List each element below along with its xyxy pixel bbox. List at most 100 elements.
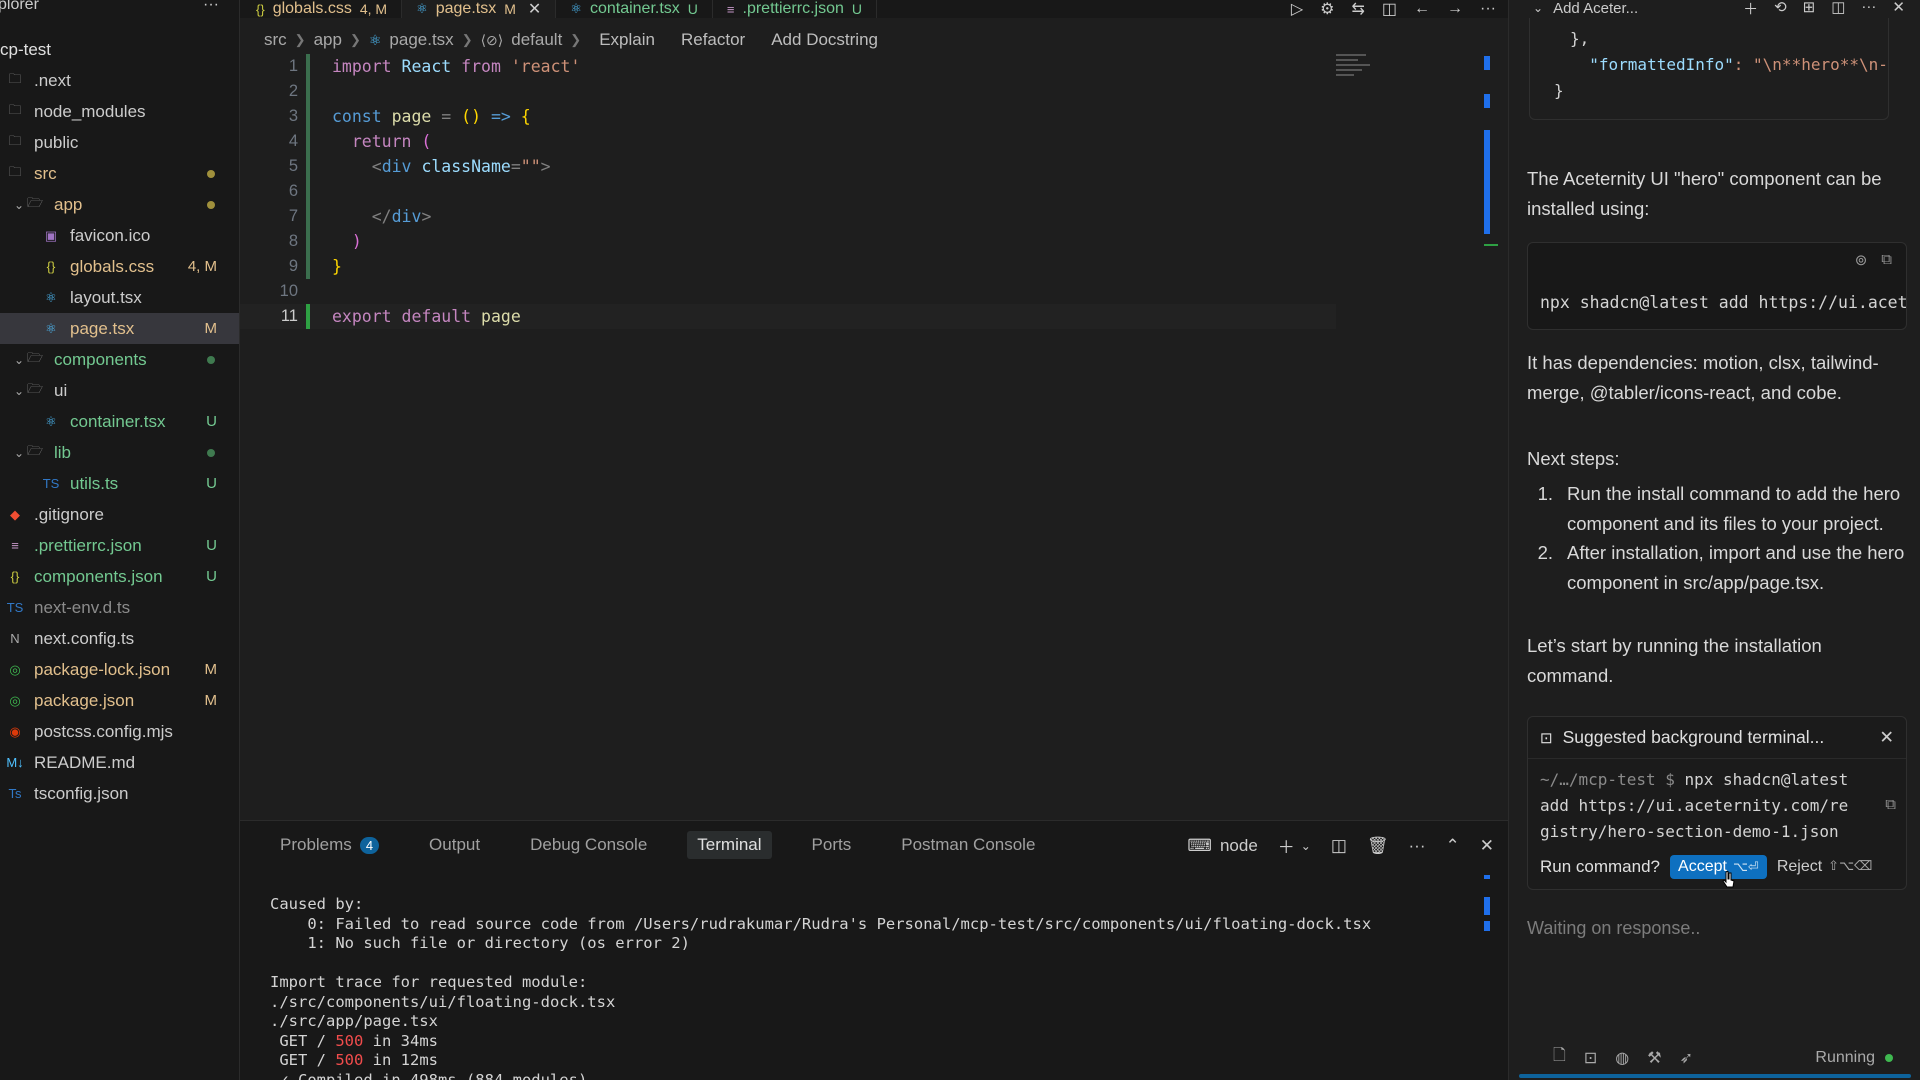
new-chat-icon[interactable]: ＋ [1743,0,1758,19]
add-docstring-action[interactable]: Add Docstring [771,30,878,50]
ts-icon: TS [6,600,24,615]
tree-item[interactable]: ◎ package-lock.json M [0,654,239,685]
editor-tab[interactable]: ≡ .prettierrc.json U [713,0,877,18]
tree-item-label: .gitignore [34,504,104,524]
terminal-icon[interactable]: ⊡ [1584,1048,1597,1068]
tree-item[interactable]: {} globals.css 4, M [0,251,239,282]
breadcrumb: src ❯ app ❯ ⚛ page.tsx ❯ ⟨⊘⟩ default ❯ E… [264,28,878,52]
close-icon[interactable]: ✕ [1892,0,1905,19]
workspace-root[interactable]: cp-test [0,34,239,65]
tool-icon[interactable]: ⚒ [1647,1048,1661,1068]
editor-tab[interactable]: ⚛ page.tsx M ✕ [402,0,557,18]
breadcrumb-symbol[interactable]: default [511,30,562,50]
terminal-output[interactable]: Caused by: 0: Failed to read source code… [270,895,1478,1080]
tree-item[interactable]: ⌄ 🗁 components [0,344,239,375]
copy-icon[interactable]: ⧉ [1881,251,1892,269]
tab-problems[interactable]: Problems 4 [270,831,389,859]
rocket-icon[interactable]: ➶ [1680,1048,1693,1068]
layout-icon[interactable]: ⊞ [1803,0,1816,19]
trash-icon[interactable]: 🗑 [1367,836,1389,856]
chat-title[interactable]: Add Aceter... [1553,0,1638,17]
close-icon[interactable]: ✕ [1879,727,1894,748]
close-panel-icon[interactable]: ✕ [1480,836,1494,856]
settings-gear-icon[interactable]: ⚙ [1320,0,1334,19]
tree-item[interactable]: 🗀 public [0,127,239,158]
tree-item[interactable]: ⌄ 🗁 lib [0,437,239,468]
file-icon[interactable]: 🗋 [1553,1044,1566,1071]
tree-item[interactable]: ⌄ 🗁 ui [0,375,239,406]
gutter [306,279,310,304]
tree-item[interactable]: ≡ .prettierrc.json U [0,530,239,561]
breadcrumb-app[interactable]: app [314,30,342,50]
close-tab-icon[interactable]: ✕ [528,0,541,18]
tree-item[interactable]: Nnext.config.ts [0,623,239,654]
chevron-down-icon[interactable]: ⌄ [14,446,26,460]
tab-output[interactable]: Output [419,831,490,859]
more-icon[interactable]: ··· [1861,0,1876,19]
more-icon[interactable]: ··· [1409,836,1426,856]
change-marker [306,54,310,79]
terminal-scrollbar[interactable] [1484,875,1490,935]
tree-item[interactable]: {} components.json U [0,561,239,592]
minimap[interactable] [1336,54,1372,86]
breadcrumb-src[interactable]: src [264,30,287,50]
npm-icon: ◎ [9,661,21,677]
tree-item[interactable]: 🗀 src [0,158,239,189]
tree-item[interactable]: 🗀 node_modules [0,96,239,127]
insert-icon[interactable]: ⊚ [1855,251,1868,269]
list-item: 2. After installation, import and use the… [1527,538,1907,597]
chevron-down-icon[interactable]: ⌄ [14,198,26,212]
tree-item[interactable]: M↓ README.md [0,747,239,778]
more-icon[interactable]: ··· [1480,0,1496,18]
tab-debug-console[interactable]: Debug Console [520,831,657,859]
split-editor-icon[interactable]: ◫ [1382,0,1397,19]
tree-item[interactable]: ⚛ container.tsx U [0,406,239,437]
maximize-panel-icon[interactable]: ⌃ [1446,836,1460,856]
tree-item[interactable]: ⚛ layout.tsx [0,282,239,313]
chevron-down-icon[interactable]: ⌄ [1533,1,1543,15]
split-terminal-icon[interactable]: ◫ [1331,836,1347,856]
refactor-action[interactable]: Refactor [681,30,745,50]
history-icon[interactable]: ⟲ [1774,0,1787,19]
chevron-down-icon[interactable]: ⌄ [14,353,26,367]
more-actions-icon[interactable]: ··· [203,0,219,14]
tab-ports[interactable]: Ports [802,831,862,859]
tree-item[interactable]: ◆ .gitignore [0,499,239,530]
breadcrumb-file[interactable]: page.tsx [389,30,453,50]
editor-tab[interactable]: {} globals.css 4, M [240,0,403,18]
explain-action[interactable]: Explain [599,30,655,50]
go-back-icon[interactable]: ← [1414,0,1430,18]
tab-terminal[interactable]: Terminal [687,831,772,859]
tree-item[interactable]: ◎ package.json M [0,685,239,716]
reject-button[interactable]: Reject ⇧⌥⌫ [1777,858,1873,876]
git-status-badge: U [206,475,217,492]
copy-icon[interactable]: ⧉ [1885,791,1896,817]
editor-tab[interactable]: ⚛ container.tsx U [556,0,713,18]
tree-item[interactable]: ◉ postcss.config.mjs [0,716,239,747]
explorer-header: plorer ··· [0,0,239,16]
accept-button[interactable]: Accept ⌥⏎ [1670,855,1767,879]
new-terminal-icon[interactable]: ＋ [1278,833,1295,858]
tree-item-label: favicon.ico [70,225,151,245]
tree-item[interactable]: ▣ favicon.ico [0,220,239,251]
reject-label: Reject [1776,858,1823,875]
folder-icon: 🗀 [8,70,22,86]
terminal-shell-name[interactable]: node [1220,836,1258,856]
globe-icon[interactable]: ◍ [1615,1048,1629,1068]
tree-item[interactable]: TS next-env.d.ts [0,592,239,623]
tree-item[interactable]: ⚛ page.tsx M [0,313,239,344]
go-forward-icon[interactable]: → [1447,0,1463,18]
tab-postman-console[interactable]: Postman Console [891,831,1045,859]
tree-item[interactable]: ⌄ 🗁 app [0,189,239,220]
braces-icon: {} [10,569,20,584]
book-icon[interactable]: ◫ [1831,0,1845,19]
run-icon[interactable]: ▷ [1291,0,1303,19]
compare-icon[interactable]: ⇆ [1351,0,1364,19]
explorer-sidebar: plorer ··· cp-test 🗀 .next 🗀 node_modules 🗀 p… [0,0,240,1080]
tree-item[interactable]: Ts tsconfig.json [0,778,239,809]
tree-item[interactable]: TS utils.ts U [0,468,239,499]
code-editor[interactable]: 1 import React from 'react' 2 3 const page… [240,54,1508,814]
tree-item[interactable]: 🗀 .next [0,65,239,96]
chevron-down-icon[interactable]: ⌄ [1301,839,1311,853]
chevron-down-icon[interactable]: ⌄ [14,384,26,398]
